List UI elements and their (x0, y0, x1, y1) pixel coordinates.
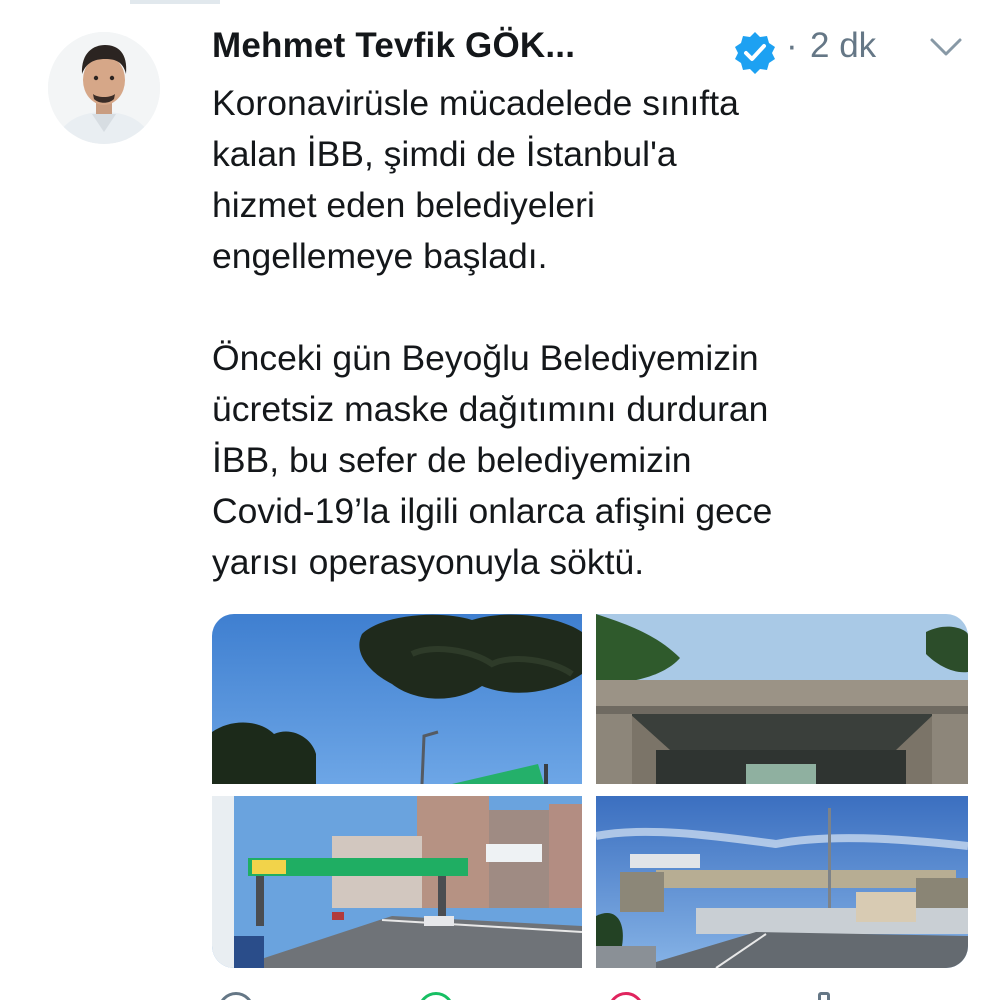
top-divider (130, 0, 220, 4)
tweet-header: Mehmet Tevfik GÖK... · 2 dk (212, 22, 972, 74)
tweet-photo[interactable] (212, 614, 582, 784)
tweet-photo[interactable] (212, 796, 582, 968)
separator-dot: · (786, 26, 798, 65)
share-icon[interactable] (818, 992, 830, 1000)
chevron-down-icon[interactable] (928, 34, 964, 60)
media-grid (212, 614, 968, 968)
author-name[interactable]: Mehmet Tevfik GÖK... (212, 26, 575, 66)
tweet-photo[interactable] (596, 796, 968, 968)
tweet-timestamp[interactable]: 2 dk (810, 26, 876, 66)
tweet-photo[interactable] (596, 614, 968, 784)
like-icon[interactable] (608, 992, 644, 1000)
tweet-actions (212, 988, 972, 1000)
tweet-paragraph: Önceki gün Beyoğlu Belediyemizin ücretsi… (212, 338, 773, 582)
tweet-text: Koronavirüsle mücadelede sınıfta kalan İ… (212, 78, 982, 588)
retweet-icon[interactable] (418, 992, 454, 1000)
reply-icon[interactable] (218, 992, 254, 1000)
tweet-paragraph: Koronavirüsle mücadelede sınıfta kalan İ… (212, 83, 739, 276)
verified-badge-icon (733, 30, 777, 74)
avatar[interactable] (48, 32, 160, 144)
